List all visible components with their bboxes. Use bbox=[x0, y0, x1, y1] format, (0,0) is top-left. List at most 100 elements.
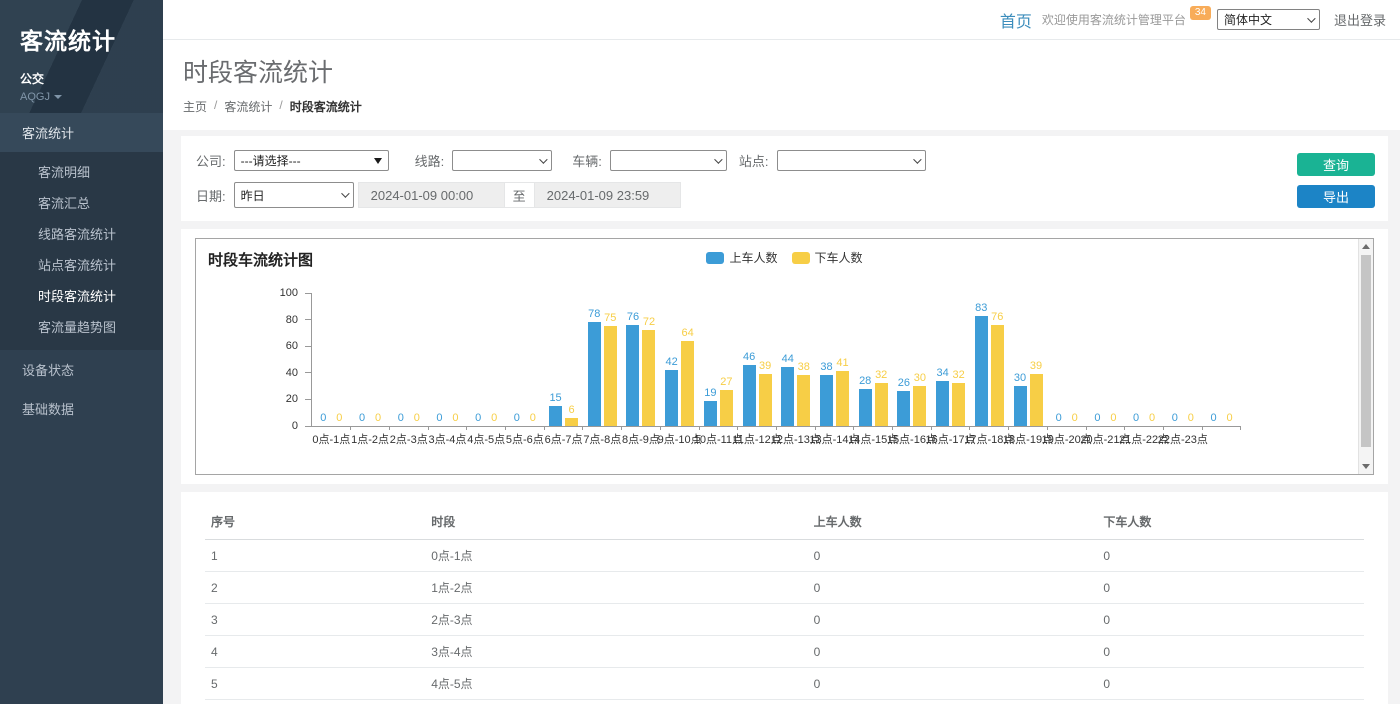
bar-wrap: 41 bbox=[836, 293, 849, 426]
bar-value-label: 0 bbox=[530, 412, 536, 425]
chevron-down-icon bbox=[1307, 14, 1315, 22]
date-preset-select[interactable]: 昨日 bbox=[234, 182, 354, 208]
x-axis-tick bbox=[1202, 426, 1203, 430]
table-row: 10点-1点00 bbox=[205, 540, 1364, 572]
bar-group-14点-15点: 283214点-15点 bbox=[854, 293, 893, 426]
bar-value-label: 38 bbox=[820, 361, 832, 374]
bar-下车人数 bbox=[642, 330, 655, 426]
y-tick-mark bbox=[305, 319, 311, 320]
query-button[interactable]: 查询 bbox=[1297, 153, 1375, 176]
bar-wrap: 0 bbox=[1107, 293, 1120, 426]
sidebar-nav: 客流统计客流明细客流汇总线路客流统计站点客流统计时段客流统计客流量趋势图设备状态… bbox=[0, 113, 163, 428]
bar-value-label: 76 bbox=[991, 311, 1003, 324]
table-header-下车人数: 下车人数 bbox=[1097, 504, 1364, 540]
bar-上车人数 bbox=[936, 381, 949, 426]
table-cell: 0 bbox=[808, 604, 1098, 636]
y-tick-mark bbox=[305, 426, 311, 427]
bar-下车人数 bbox=[836, 371, 849, 426]
breadcrumb-item[interactable]: 客流统计 bbox=[224, 98, 272, 115]
bar-value-label: 0 bbox=[359, 412, 365, 425]
y-tick-label: 80 bbox=[268, 314, 298, 326]
sidebar-subitem-时段客流统计[interactable]: 时段客流统计 bbox=[0, 280, 163, 311]
date-end-input[interactable]: 2024-01-09 23:59 bbox=[534, 182, 681, 208]
chart-scrollbar[interactable] bbox=[1358, 239, 1373, 474]
company-code-dropdown[interactable]: AQGJ bbox=[20, 91, 163, 103]
home-link[interactable]: 首页 bbox=[1000, 8, 1032, 32]
bar-wrap: 27 bbox=[720, 293, 733, 426]
company-select[interactable]: ---请选择--- bbox=[234, 150, 389, 171]
table-cell: 0点-1点 bbox=[425, 540, 807, 572]
breadcrumb-item[interactable]: 主页 bbox=[183, 98, 207, 115]
table-cell: 5点-6点 bbox=[425, 700, 807, 704]
bar-wrap: 15 bbox=[549, 293, 562, 426]
bar-wrap: 46 bbox=[743, 293, 756, 426]
bar-下车人数 bbox=[952, 383, 965, 426]
x-axis-tick bbox=[428, 426, 429, 430]
company-filter-label: 公司: bbox=[196, 151, 226, 170]
table-cell: 0 bbox=[1097, 572, 1364, 604]
table-cell: 5 bbox=[205, 668, 425, 700]
date-start-input[interactable]: 2024-01-09 00:00 bbox=[358, 182, 505, 208]
bar-value-label: 0 bbox=[1226, 412, 1232, 425]
scrollbar-down-button[interactable] bbox=[1359, 459, 1373, 474]
legend-item-下车人数[interactable]: 下车人数 bbox=[792, 249, 863, 266]
table-header-上车人数: 上车人数 bbox=[808, 504, 1098, 540]
sidebar-subitem-客流明细[interactable]: 客流明细 bbox=[0, 156, 163, 187]
sidebar-subitem-客流量趋势图[interactable]: 客流量趋势图 bbox=[0, 311, 163, 342]
sidebar-subitem-客流汇总[interactable]: 客流汇总 bbox=[0, 187, 163, 218]
legend-label: 下车人数 bbox=[815, 249, 863, 266]
sidebar-item-客流统计[interactable]: 客流统计 bbox=[0, 113, 163, 152]
sidebar-item-设备状态[interactable]: 设备状态 bbox=[0, 350, 163, 389]
breadcrumb-separator: / bbox=[279, 98, 282, 115]
station-select[interactable] bbox=[777, 150, 926, 171]
bar-上车人数 bbox=[975, 316, 988, 426]
legend-item-上车人数[interactable]: 上车人数 bbox=[706, 249, 777, 266]
table-cell: 2 bbox=[205, 572, 425, 604]
company-select-value: ---请选择--- bbox=[241, 152, 301, 169]
table-cell: 0 bbox=[808, 540, 1098, 572]
bar-value-label: 64 bbox=[682, 327, 694, 340]
scrollbar-thumb[interactable] bbox=[1361, 255, 1371, 447]
table-panel: 序号时段上车人数下车人数 10点-1点0021点-2点0032点-3点0043点… bbox=[181, 492, 1388, 704]
bar-value-label: 19 bbox=[704, 387, 716, 400]
line-select[interactable] bbox=[452, 150, 552, 171]
breadcrumb-item: 时段客流统计 bbox=[290, 98, 362, 115]
table-cell: 0 bbox=[808, 636, 1098, 668]
chart-panel: 时段车流统计图 上车人数下车人数 020406080100000点-1点001点… bbox=[181, 229, 1388, 484]
table-cell: 0 bbox=[808, 700, 1098, 704]
y-tick-mark bbox=[305, 399, 311, 400]
company-name: 公交 bbox=[20, 70, 163, 87]
x-axis-label: 3点-4点 bbox=[429, 431, 467, 447]
sidebar-subitem-线路客流统计[interactable]: 线路客流统计 bbox=[0, 218, 163, 249]
bar-group-9点-10点: 42649点-10点 bbox=[660, 293, 699, 426]
bar-value-label: 78 bbox=[588, 308, 600, 321]
vehicle-select[interactable] bbox=[610, 150, 727, 171]
x-axis-tick bbox=[582, 426, 583, 430]
sidebar: 客流统计 公交 AQGJ 客流统计客流明细客流汇总线路客流统计站点客流统计时段客… bbox=[0, 0, 163, 704]
sidebar-item-基础数据[interactable]: 基础数据 bbox=[0, 389, 163, 428]
export-button[interactable]: 导出 bbox=[1297, 185, 1375, 208]
bar-value-label: 72 bbox=[643, 316, 655, 329]
bar-value-label: 0 bbox=[1149, 412, 1155, 425]
bar-下车人数 bbox=[720, 390, 733, 426]
bar-wrap: 0 bbox=[1168, 293, 1181, 426]
bar-value-label: 30 bbox=[1014, 372, 1026, 385]
bar-value-label: 0 bbox=[1210, 412, 1216, 425]
sidebar-subitem-站点客流统计[interactable]: 站点客流统计 bbox=[0, 249, 163, 280]
bar-wrap: 38 bbox=[820, 293, 833, 426]
sidebar-group: 客流统计客流明细客流汇总线路客流统计站点客流统计时段客流统计客流量趋势图 bbox=[0, 113, 163, 350]
bar-group-8点-9点: 76728点-9点 bbox=[622, 293, 661, 426]
sidebar-submenu: 客流明细客流汇总线路客流统计站点客流统计时段客流统计客流量趋势图 bbox=[0, 152, 163, 350]
filter-row-selects: 公司: ---请选择--- 线路: 车辆: 站点: bbox=[196, 150, 1373, 171]
bar-下车人数 bbox=[1030, 374, 1043, 426]
logout-link[interactable]: 退出登录 bbox=[1334, 10, 1386, 29]
table-cell: 2点-3点 bbox=[425, 604, 807, 636]
scrollbar-up-button[interactable] bbox=[1359, 239, 1373, 254]
y-tick-label: 0 bbox=[268, 420, 298, 432]
bar-group-2点-3点: 002点-3点 bbox=[389, 293, 428, 426]
y-tick-label: 100 bbox=[268, 287, 298, 299]
x-axis-tick bbox=[969, 426, 970, 430]
language-select[interactable]: 简体中文 bbox=[1217, 9, 1320, 30]
x-axis-tick bbox=[1047, 426, 1048, 430]
bar-wrap: 64 bbox=[681, 293, 694, 426]
